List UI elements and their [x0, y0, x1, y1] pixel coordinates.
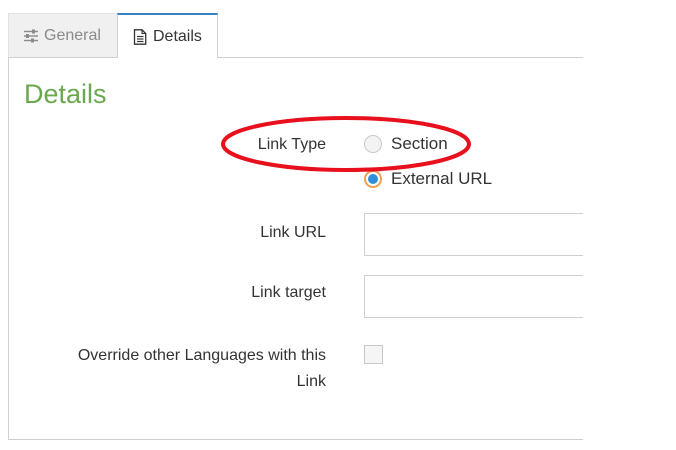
tab-details[interactable]: Details — [117, 13, 218, 58]
tab-details-label: Details — [153, 27, 202, 45]
radio-section-label: Section — [391, 134, 448, 153]
tab-general[interactable]: General — [8, 13, 117, 57]
page: General Details Details Link Type Sectio… — [0, 0, 676, 450]
radio-external-url-label: External URL — [391, 169, 493, 188]
radio-section[interactable]: Section — [364, 134, 448, 154]
override-label-line1: Override other Languages with this — [77, 347, 326, 364]
sliders-icon — [23, 28, 39, 44]
override-label: Override other Languages with this Link — [78, 343, 326, 395]
link-url-input[interactable] — [364, 213, 583, 256]
radio-section-circle[interactable] — [364, 135, 382, 153]
tab-bar: General Details — [8, 13, 583, 58]
override-checkbox[interactable] — [364, 345, 383, 364]
link-target-input[interactable] — [364, 275, 583, 318]
radio-external-url-circle[interactable] — [364, 170, 382, 188]
tab-general-label: General — [44, 26, 101, 44]
document-icon — [132, 28, 148, 45]
section-title: Details — [24, 79, 107, 109]
override-label-line2: Link — [296, 373, 326, 390]
link-target-label: Link target — [251, 284, 326, 301]
radio-external-url[interactable]: External URL — [364, 169, 492, 189]
link-type-label: Link Type — [257, 136, 326, 153]
link-url-label: Link URL — [260, 224, 326, 241]
